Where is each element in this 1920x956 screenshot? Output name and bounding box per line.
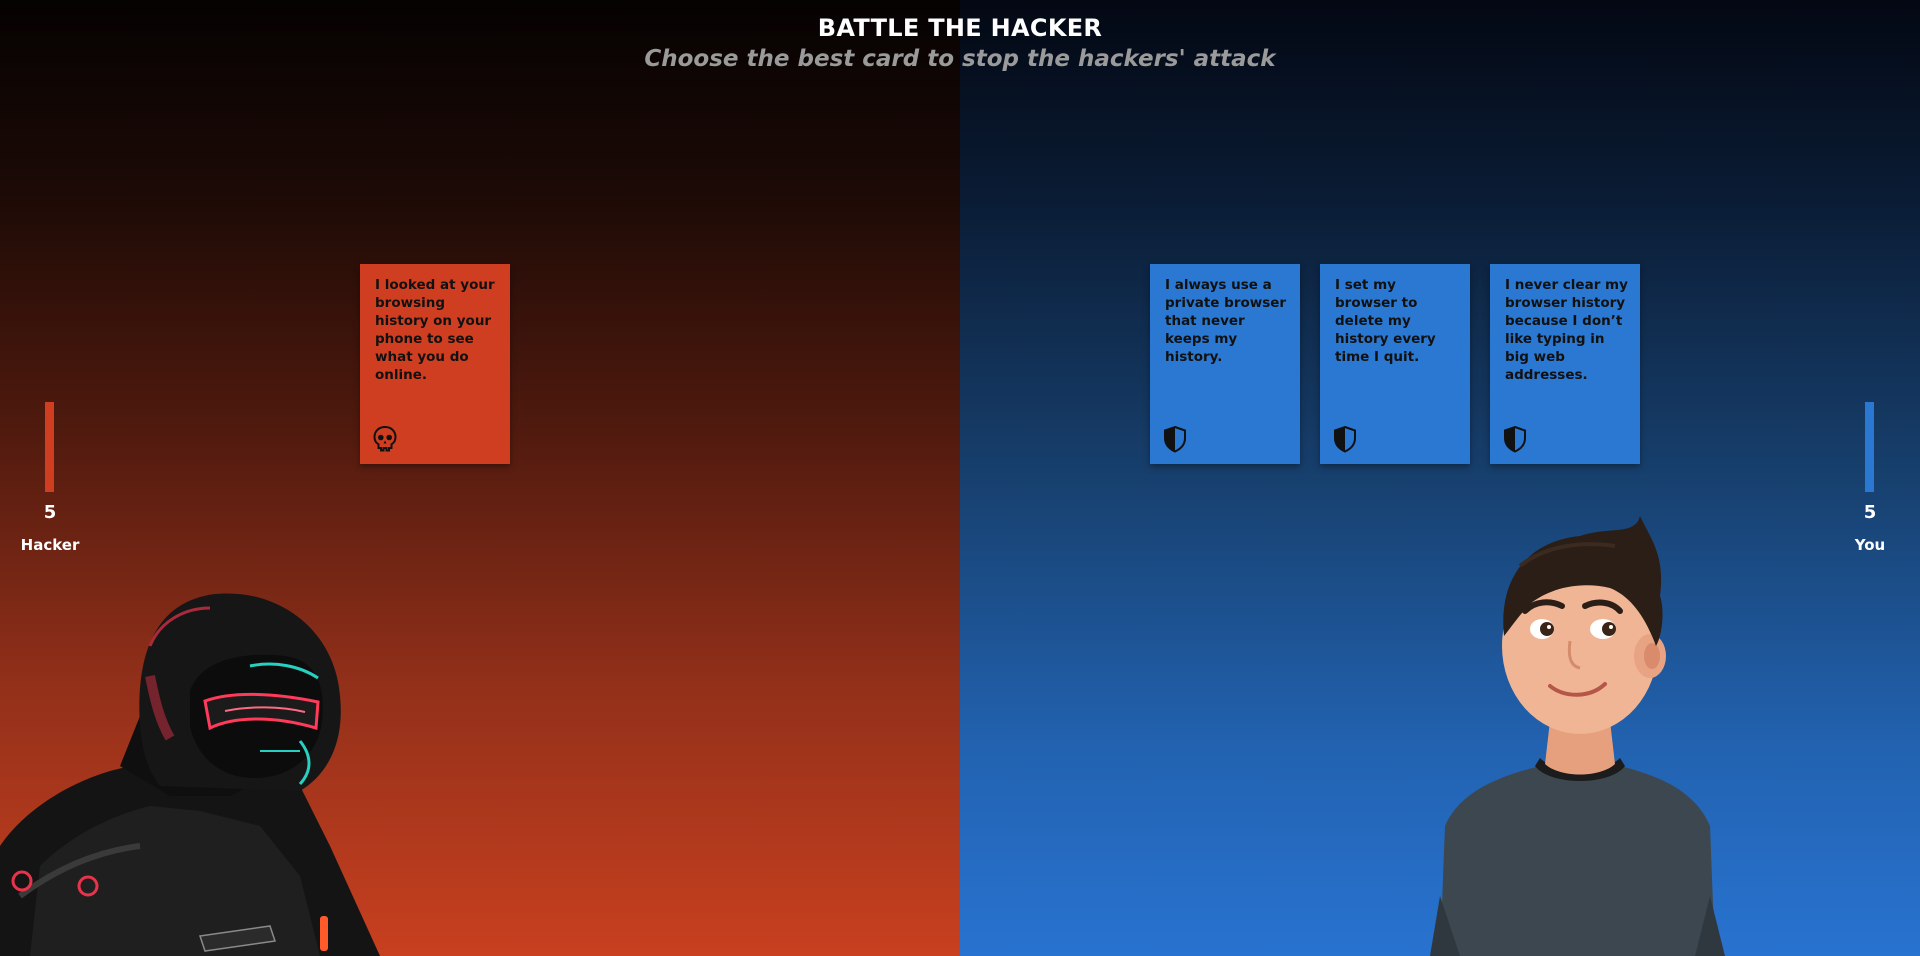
defense-card-text: I never clear my browser history because… [1505,277,1628,383]
player-label: You [1854,536,1886,554]
defense-card-2[interactable]: I set my browser to delete my history ev… [1320,264,1470,464]
attack-card-text: I looked at your browsing history on you… [375,277,495,383]
player-health-meter [1865,402,1874,492]
game-header: BATTLE THE HACKER Choose the best card t… [0,14,1920,72]
player-character-image [1430,516,1725,956]
defense-card-text: I always use a private browser that neve… [1165,277,1287,365]
attack-card: I looked at your browsing history on you… [360,264,510,464]
game-title: BATTLE THE HACKER [817,14,1103,42]
hacker-character-image [0,593,380,956]
defense-card-text: I set my browser to delete my history ev… [1335,277,1436,365]
game-instructions: Choose the best card to stop the hackers… [644,46,1276,72]
skull-icon [373,425,397,452]
game-stage: BATTLE THE HACKER Choose the best card t… [0,0,1920,956]
shield-icon [1334,425,1356,453]
shield-icon [1504,425,1526,453]
defense-card-3[interactable]: I never clear my browser history because… [1490,264,1640,464]
player-score: 5 [1863,502,1877,523]
hacker-health-meter [45,402,54,492]
defense-card-1[interactable]: I always use a private browser that neve… [1150,264,1300,464]
shield-icon [1164,425,1186,453]
